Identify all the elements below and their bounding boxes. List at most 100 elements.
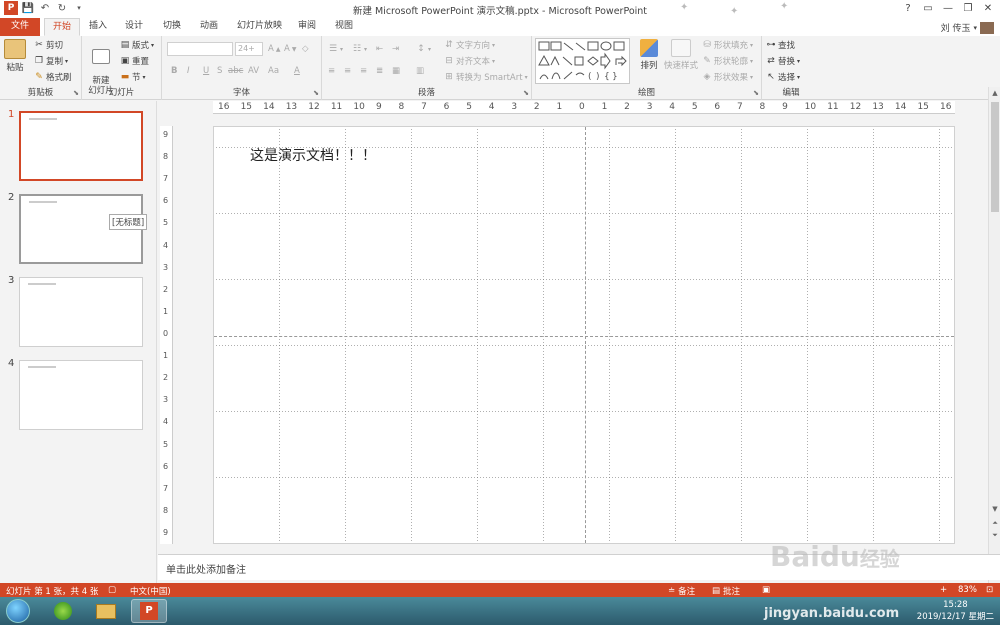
arrange-icon (640, 39, 658, 57)
scroll-up-icon[interactable]: ▲ (990, 89, 1000, 97)
grow-font-button[interactable]: A ▲ (268, 44, 280, 54)
tab-transitions[interactable]: 切换 (155, 18, 189, 36)
comments-toggle-button[interactable]: ▤ 批注 (712, 585, 740, 597)
select-button[interactable]: ↖ 选择 ▾ (766, 71, 800, 83)
ruler-tick-label: 2 (533, 102, 540, 112)
vertical-scrollbar[interactable]: ▲ ▼ ⏶ ⏷ (988, 87, 1000, 584)
tab-review[interactable]: 审阅 (290, 18, 324, 36)
reset-button[interactable]: ▣ 重置 (120, 55, 149, 67)
char-spacing-button[interactable]: AV (248, 66, 259, 76)
text-direction-button[interactable]: ⇵ 文字方向 ▾ (444, 39, 495, 51)
bullets-button[interactable]: ☰ ▾ (328, 44, 343, 54)
clock-date: 2019/12/17 星期二 (916, 612, 994, 622)
powerpoint-taskbar-icon[interactable]: P (131, 599, 167, 623)
ruler-tick-label: 10 (804, 102, 817, 112)
system-clock[interactable]: 15:28 2019/12/17 星期二 (917, 599, 994, 623)
align-center-icon[interactable]: ≡ (344, 66, 351, 76)
ruler-tick-label: 11 (827, 102, 839, 112)
slide-text-box[interactable]: 这是演示文档！！！ (250, 145, 376, 165)
shadow-button[interactable]: S (217, 66, 222, 76)
tab-insert[interactable]: 插入 (81, 18, 115, 36)
svg-text:{: { (604, 72, 610, 82)
font-name-combo[interactable] (167, 42, 233, 56)
fit-to-window-icon[interactable]: ⊡ (986, 585, 993, 595)
columns-icon[interactable]: ▥ (416, 66, 424, 76)
explorer-taskbar-icon[interactable] (88, 599, 124, 623)
dialog-launcher-icon[interactable]: ⬊ (73, 89, 79, 97)
next-slide-icon[interactable]: ⏷ (990, 531, 1000, 540)
quick-styles-button[interactable]: 快速样式 (663, 39, 699, 71)
shape-outline-button[interactable]: ✎ 形状轮廓 ▾ (702, 55, 753, 67)
increase-indent-icon[interactable]: ⇥ (392, 44, 399, 54)
shrink-font-button[interactable]: A ▼ (284, 44, 296, 54)
scrollbar-thumb[interactable] (991, 102, 999, 212)
spelling-check-icon[interactable]: ▢ (108, 585, 116, 595)
distribute-icon[interactable]: ▦ (392, 66, 400, 76)
line-spacing-button[interactable]: ↕ ▾ (416, 44, 431, 54)
browser-taskbar-icon[interactable] (45, 599, 81, 623)
scroll-down-icon[interactable]: ▼ (990, 505, 1000, 513)
help-icon[interactable]: ? (898, 0, 918, 16)
ribbon-display-icon[interactable]: ▭ (918, 0, 938, 16)
find-button[interactable]: ⊶ 查找 (766, 39, 796, 51)
tab-design[interactable]: 设计 (117, 18, 151, 36)
shape-fill-button[interactable]: ⛁ 形状填充 ▾ (702, 39, 753, 51)
horizontal-guide[interactable] (214, 336, 954, 337)
tab-animations[interactable]: 动画 (192, 18, 226, 36)
close-button[interactable]: ✕ (978, 0, 998, 16)
replace-button[interactable]: ⇄ 替换 ▾ (766, 55, 800, 67)
vertical-guide[interactable] (585, 127, 586, 543)
numbering-button[interactable]: ☷ ▾ (352, 44, 367, 54)
start-button[interactable] (6, 599, 30, 623)
dialog-launcher-icon[interactable]: ⬊ (313, 89, 319, 97)
shape-effects-button[interactable]: ◈ 形状效果 ▾ (702, 71, 754, 83)
normal-view-icon[interactable]: ▣ (762, 585, 770, 595)
tab-view[interactable]: 视图 (327, 18, 361, 36)
user-account[interactable]: 刘 传玉 ▾ (941, 21, 994, 34)
thumbnail-text-line (28, 283, 56, 285)
slide-count-status[interactable]: 幻灯片 第 1 张，共 4 张 (6, 585, 98, 597)
copy-button[interactable]: ❐ 复制 ▾ (34, 55, 68, 67)
slide-thumbnail[interactable] (19, 111, 143, 181)
cut-button[interactable]: ✂ 剪切 (34, 39, 63, 51)
layout-button[interactable]: ▤ 版式 ▾ (120, 39, 154, 51)
change-case-button[interactable]: Aa (268, 66, 279, 76)
strikethrough-button[interactable]: abc (228, 66, 243, 76)
decrease-indent-icon[interactable]: ⇤ (376, 44, 383, 54)
slide-thumbnail[interactable] (19, 360, 143, 430)
slide-canvas[interactable]: 这是演示文档！！！ (213, 126, 955, 544)
dialog-launcher-icon[interactable]: ⬊ (523, 89, 529, 97)
underline-button[interactable]: U (203, 66, 209, 76)
scissors-icon: ✂ (35, 40, 43, 50)
format-painter-button[interactable]: ✎ 格式刷 (34, 71, 71, 83)
restore-button[interactable]: ❐ (958, 0, 978, 16)
slide-thumbnail[interactable] (19, 277, 143, 347)
tab-file[interactable]: 文件 (0, 18, 40, 36)
arrange-button[interactable]: 排列 (637, 39, 661, 71)
tab-slideshow[interactable]: 幻灯片放映 (229, 18, 290, 36)
zoom-level[interactable]: 83% (958, 585, 977, 595)
bold-button[interactable]: B (171, 66, 177, 76)
tab-home[interactable]: 开始 (44, 18, 81, 36)
paste-button[interactable]: 粘贴 (3, 39, 27, 73)
shapes-gallery[interactable]: ( ) { } (535, 38, 630, 84)
minimize-button[interactable]: — (938, 0, 958, 16)
ruler-tick-label: 13 (872, 102, 884, 112)
zoom-in-icon[interactable]: + (940, 585, 947, 595)
section-button[interactable]: ▬ 节 ▾ (120, 71, 146, 83)
align-text-button[interactable]: ⊟ 对齐文本 ▾ (444, 55, 495, 67)
group-label: 绘图 (637, 88, 655, 98)
previous-slide-icon[interactable]: ⏶ (990, 519, 1000, 528)
justify-icon[interactable]: ≣ (376, 66, 383, 76)
clear-format-icon[interactable]: ◇ (302, 44, 309, 54)
font-color-button[interactable]: A (294, 66, 300, 76)
ruler-tick-label: 5 (466, 102, 472, 112)
italic-button[interactable]: I (187, 66, 190, 76)
smartart-button[interactable]: ⊞ 转换为 SmartArt ▾ (444, 71, 527, 83)
align-right-icon[interactable]: ≡ (360, 66, 367, 76)
align-left-icon[interactable]: ≡ (328, 66, 335, 76)
language-status[interactable]: 中文(中国) (130, 585, 171, 597)
font-size-combo[interactable]: 24+ (235, 42, 263, 56)
dialog-launcher-icon[interactable]: ⬊ (753, 89, 759, 97)
notes-toggle-button[interactable]: ≐ 备注 (668, 585, 695, 597)
